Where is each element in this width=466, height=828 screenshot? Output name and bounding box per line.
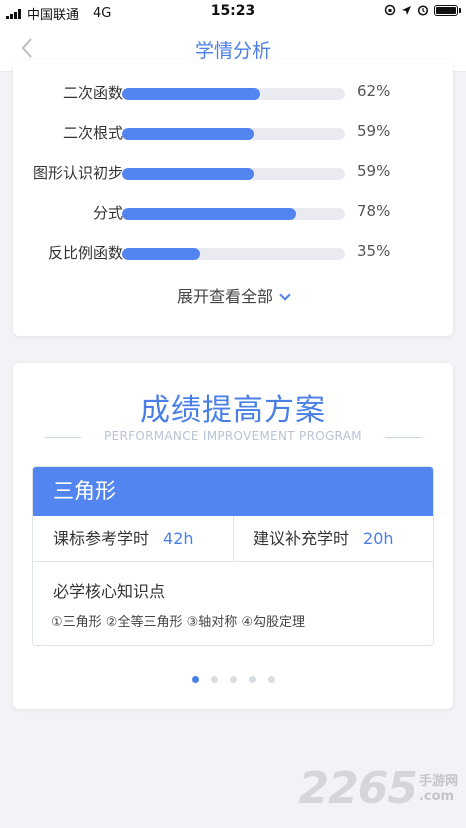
suggested-hours-value: 20h — [363, 529, 394, 548]
topic-label: 反比例函数 — [47, 244, 123, 262]
suggested-hours-cell: 建议补充学时 20h — [253, 516, 394, 562]
progress-bar-fill — [122, 248, 201, 260]
topic-label: 二次函数 — [62, 84, 123, 102]
topic-label: 二次根式 — [62, 124, 123, 142]
progress-percent: 62% — [357, 82, 391, 100]
knowledge-title: 必学核心知识点 — [53, 582, 166, 601]
knowledge-progress-card: 二次函数 62% 二次根式 59% 图形认识初步 59% 分式 78% 反比例函… — [13, 60, 453, 336]
status-bar: 中国联通 4G 15:23 — [0, 0, 466, 24]
standard-hours-cell: 课标参考学时 42h — [53, 516, 194, 562]
page-title: 学情分析 — [194, 40, 271, 62]
pager-dot[interactable] — [210, 676, 218, 683]
plan-subtitle: PERFORMANCE IMPROVEMENT PROGRAM — [104, 429, 362, 443]
expand-all-label: 展开查看全部 — [176, 287, 273, 306]
plan-subtitle-row: PERFORMANCE IMPROVEMENT PROGRAM — [13, 429, 453, 445]
progress-bar — [122, 128, 345, 140]
progress-row: 反比例函数 35% — [13, 242, 453, 262]
watermark-side: 手游网 .com — [417, 770, 458, 814]
watermark-logo: 2265 手游网 .com — [299, 763, 458, 814]
progress-bar-fill — [122, 128, 254, 140]
improvement-plan-card: 成绩提高方案 PERFORMANCE IMPROVEMENT PROGRAM 三… — [13, 363, 453, 709]
progress-bar — [122, 88, 345, 100]
progress-percent: 35% — [357, 242, 391, 260]
progress-percent: 59% — [357, 162, 391, 180]
progress-bar — [122, 248, 345, 260]
progress-bar-fill — [122, 168, 254, 180]
topic-title: 三角形 — [33, 467, 433, 516]
divider-right — [385, 437, 421, 438]
status-right — [384, 4, 461, 16]
progress-percent: 59% — [357, 122, 391, 140]
progress-percent: 78% — [357, 202, 391, 220]
watermark-number: 2265 — [298, 763, 418, 814]
standard-hours-label: 课标参考学时 — [53, 529, 150, 548]
progress-bar-fill — [122, 208, 296, 220]
standard-hours-value: 42h — [163, 529, 194, 548]
progress-row: 图形认识初步 59% — [13, 162, 453, 182]
knowledge-points: ①三角形 ②全等三角形 ③轴对称 ④勾股定理 — [51, 615, 306, 630]
pager-dot[interactable] — [248, 676, 256, 683]
progress-bar — [122, 208, 345, 220]
suggested-hours-label: 建议补充学时 — [253, 529, 350, 548]
pager-dot[interactable] — [229, 676, 237, 683]
progress-bar — [122, 168, 345, 180]
progress-row: 二次根式 59% — [13, 122, 453, 142]
topic-plan-slide[interactable]: 三角形 课标参考学时 42h 建议补充学时 20h 必学核心知识点 ①三角形 ②全等… — [32, 466, 434, 646]
topic-label: 图形认识初步 — [32, 164, 123, 182]
progress-row: 二次函数 62% — [13, 82, 453, 102]
location-icon — [402, 5, 411, 15]
pager-dot[interactable] — [267, 676, 275, 683]
progress-row: 分式 78% — [13, 202, 453, 222]
rotation-lock-icon — [384, 4, 396, 16]
watermark-text: 手游网 — [418, 774, 458, 789]
battery-icon — [434, 4, 461, 16]
watermark-suffix: .com — [418, 789, 455, 804]
expand-all-button[interactable]: 展开查看全部 — [13, 283, 453, 307]
topic-label: 分式 — [92, 204, 123, 222]
chevron-down-icon — [279, 289, 291, 301]
plan-title: 成绩提高方案 — [140, 393, 326, 428]
alarm-icon — [417, 5, 429, 16]
progress-bar-fill — [122, 88, 261, 100]
pager-dot-active[interactable] — [191, 676, 199, 683]
pager-dots — [13, 676, 453, 683]
hours-divider — [233, 516, 234, 562]
hours-row: 课标参考学时 42h 建议补充学时 20h — [33, 516, 433, 562]
